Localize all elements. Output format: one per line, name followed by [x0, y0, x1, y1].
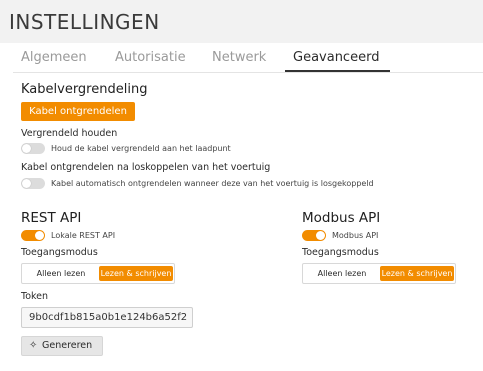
toggle-knob: [316, 231, 325, 240]
rest-api-title: REST API: [21, 210, 82, 226]
modbus-api-title: Modbus API: [302, 210, 381, 226]
modbus-read-only-option[interactable]: Alleen lezen: [306, 266, 378, 281]
unlock-cable-button[interactable]: Kabel ontgrendelen: [21, 102, 135, 121]
token-label: Token: [21, 291, 49, 302]
tab-geavanceerd[interactable]: Geavanceerd: [293, 50, 379, 65]
toggle-knob: [22, 144, 31, 153]
tab-bar: Algemeen Autorisatie Netwerk Geavanceerd: [0, 43, 483, 73]
tab-divider: [13, 72, 483, 73]
auto-unlock-label: Kabel ontgrendelen na loskoppelen van he…: [21, 162, 271, 173]
active-tab-indicator: [285, 70, 390, 72]
tab-algemeen[interactable]: Algemeen: [21, 50, 87, 65]
rest-access-mode: Alleen lezen Lezen & schrijven: [21, 263, 175, 284]
toggle-knob: [35, 231, 44, 240]
modbus-api-toggle-label: Modbus API: [332, 231, 379, 240]
modbus-api-toggle[interactable]: [302, 230, 326, 241]
modbus-access-mode: Alleen lezen Lezen & schrijven: [302, 263, 456, 284]
tab-autorisatie[interactable]: Autorisatie: [115, 50, 186, 65]
keep-locked-toggle[interactable]: [21, 143, 45, 154]
keep-locked-label: Vergrendeld houden: [21, 128, 118, 139]
generate-button-label: Genereren: [42, 340, 93, 351]
sparkle-icon: ✧: [29, 340, 38, 351]
toggle-knob: [22, 179, 31, 188]
cable-lock-title: Kabelvergrendeling: [21, 82, 148, 97]
rest-read-write-option[interactable]: Lezen & schrijven: [99, 266, 173, 281]
modbus-read-write-option[interactable]: Lezen & schrijven: [380, 266, 454, 281]
auto-unlock-toggle[interactable]: [21, 178, 45, 189]
rest-access-label: Toegangsmodus: [21, 247, 98, 258]
rest-read-only-option[interactable]: Alleen lezen: [25, 266, 97, 281]
auto-unlock-hint: Kabel automatisch ontgrendelen wanneer d…: [51, 179, 374, 188]
generate-token-button[interactable]: ✧ Genereren: [21, 336, 103, 356]
token-field[interactable]: 9b0cdf1b815a0b1e124b6a52f2: [21, 307, 193, 328]
page-title: INSTELLINGEN: [9, 10, 160, 34]
rest-api-toggle-label: Lokale REST API: [51, 231, 116, 240]
tab-netwerk[interactable]: Netwerk: [212, 50, 266, 65]
rest-api-toggle[interactable]: [21, 230, 45, 241]
keep-locked-hint: Houd de kabel vergrendeld aan het laadpu…: [51, 144, 231, 153]
modbus-access-label: Toegangsmodus: [302, 247, 379, 258]
header-bar: INSTELLINGEN: [0, 0, 483, 43]
